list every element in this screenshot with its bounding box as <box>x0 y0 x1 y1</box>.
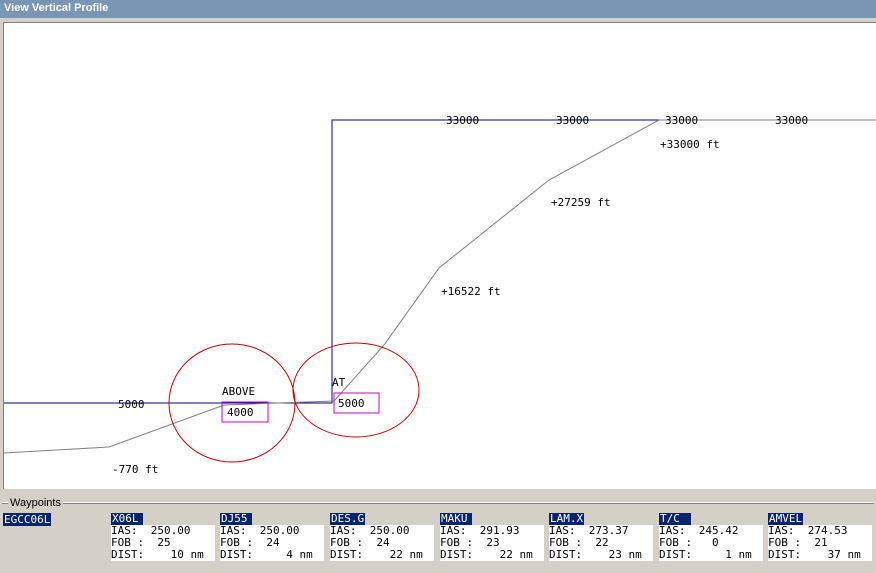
waypoints-group: Waypoints EGCC06L X06L IAS: 250.00 FOB :… <box>0 490 876 573</box>
waypoint-name: LAM.X <box>549 512 585 525</box>
waypoint-fob: FOB : 0 <box>659 537 763 549</box>
vertical-profile-svg: 33000 33000 33000 33000 5000 +33000 ft +… <box>3 114 876 476</box>
waypoint-fob: FOB : 25 <box>111 537 215 549</box>
waypoint-name: DJ55 <box>220 513 252 525</box>
waypoint-dist: DIST: 23 nm <box>549 549 653 561</box>
waypoint-dist: DIST: 37 nm <box>768 549 872 561</box>
waypoint-name: T/C <box>659 513 691 525</box>
waypoint-fob: FOB : 24 <box>220 537 324 549</box>
altitude-label: 33000 <box>446 114 479 127</box>
altitude-label: 33000 <box>775 114 808 127</box>
waypoint-ias: IAS: 273.37 <box>549 525 653 537</box>
waypoints-legend: Waypoints <box>8 497 63 509</box>
altitude-callout: +27259 ft <box>551 196 611 209</box>
waypoint-fob: FOB : 21 <box>768 537 872 549</box>
altitude-label-left: 5000 <box>118 398 145 411</box>
waypoint-card[interactable]: LAM.X IAS: 273.37 FOB : 22 DIST: 23 nm <box>549 513 654 561</box>
constraint-type-label: ABOVE <box>222 385 255 398</box>
waypoint-fob: FOB : 22 <box>549 537 653 549</box>
altitude-callout: +16522 ft <box>441 285 501 298</box>
window-title: View Vertical Profile <box>4 2 109 14</box>
waypoint-card[interactable]: DES.G IAS: 250.00 FOB : 24 DIST: 22 nm <box>330 513 435 561</box>
window-titlebar: View Vertical Profile <box>0 0 876 19</box>
waypoint-name: X06L <box>111 513 143 525</box>
altitude-callout: +33000 ft <box>660 138 720 151</box>
waypoint-dist: DIST: 22 nm <box>330 549 434 561</box>
waypoint-ias: IAS: 291.93 <box>440 525 544 537</box>
waypoint-ias: IAS: 250.00 <box>111 525 215 537</box>
waypoint-ias: IAS: 250.00 <box>220 525 324 537</box>
waypoint-card[interactable]: DJ55 IAS: 250.00 FOB : 24 DIST: 4 nm <box>220 513 325 561</box>
waypoint-dist: DIST: 1 nm <box>659 549 763 561</box>
waypoint-dist: DIST: 4 nm <box>220 549 324 561</box>
waypoint-name: DES.G <box>330 512 366 525</box>
waypoint-fob: FOB : 23 <box>440 537 544 549</box>
vertical-profile-canvas[interactable]: 33000 33000 33000 33000 5000 +33000 ft +… <box>3 22 876 489</box>
waypoint-card[interactable]: T/C IAS: 245.42 FOB : 0 DIST: 1 nm <box>659 513 764 561</box>
waypoint-dist: DIST: 10 nm <box>111 549 215 561</box>
profile-frame: 33000 33000 33000 33000 5000 +33000 ft +… <box>0 18 876 490</box>
waypoint-card[interactable]: AMVEL IAS: 274.53 FOB : 21 DIST: 37 nm <box>768 513 873 561</box>
waypoint-card[interactable]: X06L IAS: 250.00 FOB : 25 DIST: 10 nm <box>111 513 216 561</box>
altitude-callout: -770 ft <box>112 463 158 476</box>
constraint-type-label: AT <box>332 376 346 389</box>
waypoint-ias: IAS: 245.42 <box>659 525 763 537</box>
group-border <box>2 502 874 504</box>
constraint-altitude: 5000 <box>338 397 365 410</box>
waypoint-card[interactable]: MAKU IAS: 291.93 FOB : 23 DIST: 22 nm <box>440 513 545 561</box>
waypoint-ias: IAS: 250.00 <box>330 525 434 537</box>
origin-waypoint[interactable]: EGCC06L <box>3 513 52 526</box>
waypoint-dist: DIST: 22 nm <box>440 549 544 561</box>
waypoint-ias: IAS: 274.53 <box>768 525 872 537</box>
constraint-circle-at[interactable] <box>292 342 420 438</box>
constraint-altitude: 4000 <box>227 406 254 419</box>
target-profile-line <box>4 119 876 404</box>
altitude-label: 33000 <box>556 114 589 127</box>
waypoint-fob: FOB : 24 <box>330 537 434 549</box>
waypoint-name: AMVEL <box>768 512 804 525</box>
altitude-label: 33000 <box>665 114 698 127</box>
waypoint-name: MAKU <box>440 513 472 525</box>
